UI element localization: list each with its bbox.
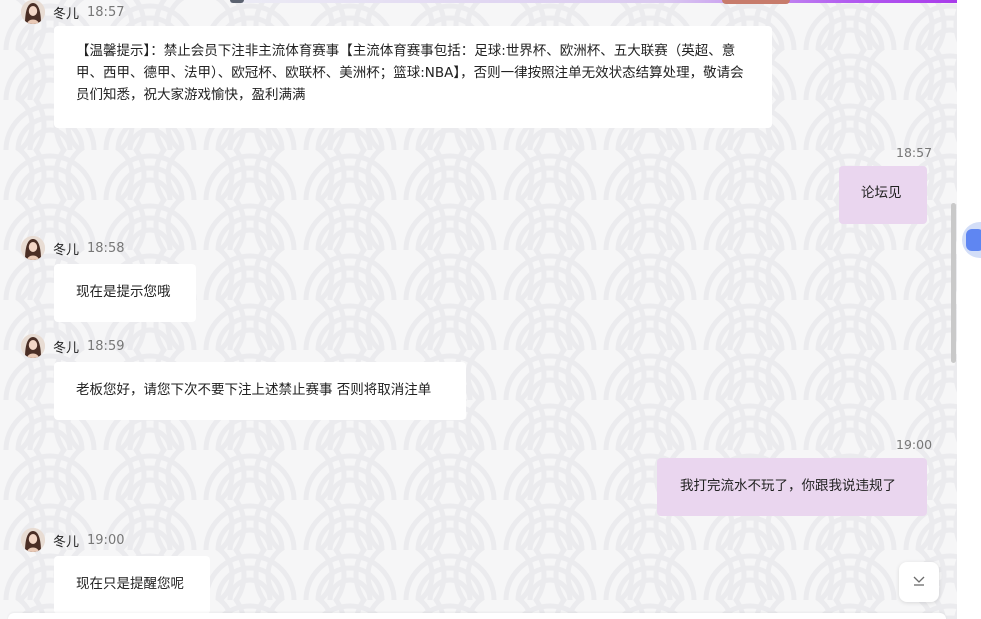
message-bubble-outgoing[interactable]: 论坛见 [839,166,927,224]
message-meta: 冬儿 18:59 [21,334,124,358]
message-time: 18:58 [87,240,125,256]
message-meta: 冬儿 18:58 [21,236,124,260]
message-meta: 冬儿 18:57 [21,0,124,24]
message-bubble-incoming[interactable]: 现在只是提醒您呢 [54,556,210,614]
message-text: 现在是提示您哦 [76,284,171,300]
message-text: 现在只是提醒您呢 [76,576,184,592]
input-area[interactable] [8,613,946,619]
header-avatar [722,0,790,4]
avatar-icon[interactable] [21,334,45,358]
message-text: 【温馨提示】：禁止会员下注非主流体育赛事【主流体育赛事包括：足球:世界杯、欧洲杯… [76,43,744,103]
message-text: 我打完流水不玩了，你跟我说违规了 [680,478,896,494]
message-time: 19:00 [896,437,933,452]
sender-name: 冬儿 [53,6,80,22]
message-time: 18:57 [87,4,125,20]
right-margin [957,0,981,619]
message-text: 老板您好，请您下次不要下注上述禁止赛事 否则将取消注单 [76,382,432,398]
header-icon [230,0,244,3]
message-time: 19:00 [87,532,125,548]
message-bubble-incoming[interactable]: 【温馨提示】：禁止会员下注非主流体育赛事【主流体育赛事包括：足球:世界杯、欧洲杯… [54,26,772,128]
message-bubble-outgoing[interactable]: 我打完流水不玩了，你跟我说违规了 [657,458,927,516]
avatar-icon[interactable] [21,236,45,260]
message-time: 18:57 [896,145,933,160]
sender-name: 冬儿 [53,340,80,356]
chevron-down-icon [911,572,927,592]
message-meta: 冬儿 19:00 [21,528,124,552]
header-strip [230,0,957,3]
avatar-icon[interactable] [21,528,45,552]
sender-name: 冬儿 [53,534,80,550]
message-time: 18:59 [87,338,125,354]
avatar-icon[interactable] [21,0,45,24]
message-text: 论坛见 [861,185,902,201]
scrollbar-thumb[interactable] [951,203,956,363]
message-bubble-incoming[interactable]: 老板您好，请您下次不要下注上述禁止赛事 否则将取消注单 [54,362,466,420]
scroll-to-bottom-button[interactable] [899,562,939,602]
sender-name: 冬儿 [53,242,80,258]
message-bubble-incoming[interactable]: 现在是提示您哦 [54,264,196,322]
chat-panel: 冬儿 18:57 【温馨提示】：禁止会员下注非主流体育赛事【主流体育赛事包括：足… [0,0,957,619]
side-widget-icon [966,229,981,251]
